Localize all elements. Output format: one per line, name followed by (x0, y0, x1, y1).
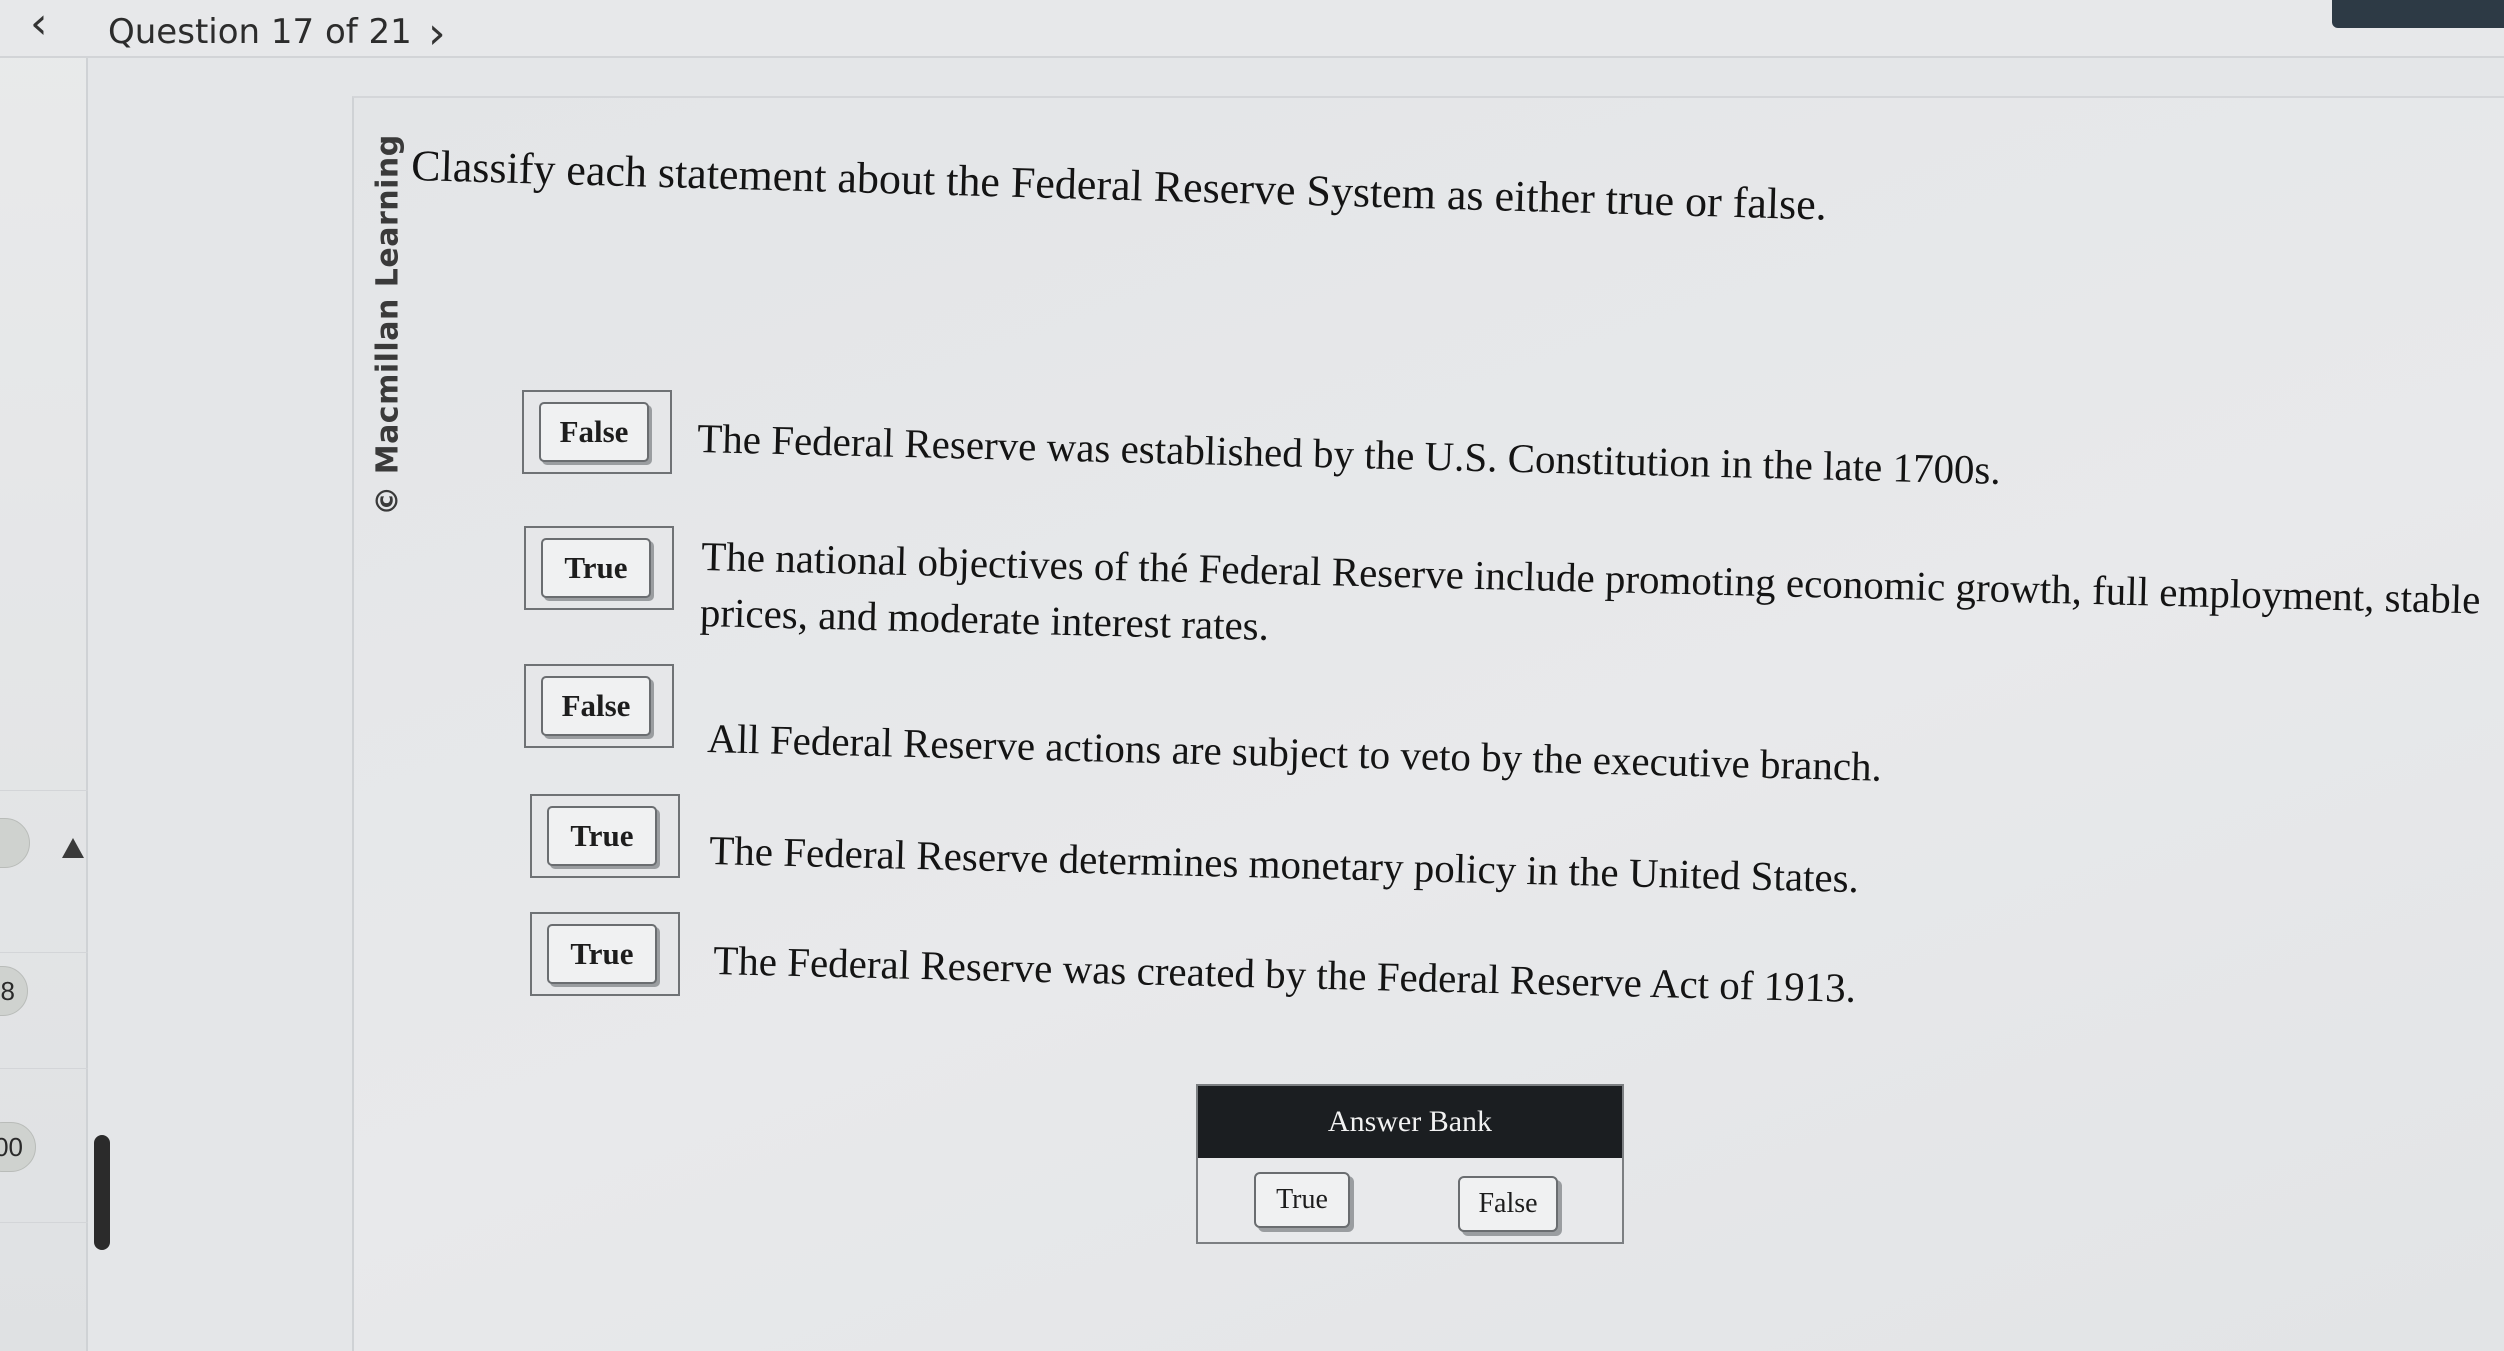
scrollbar-thumb[interactable] (94, 1135, 110, 1250)
answer-drop-zone[interactable]: False (524, 664, 674, 748)
left-sidebar: 98 00 (0, 0, 88, 1351)
answer-bank-option-false[interactable]: False (1458, 1176, 1558, 1232)
answer-bank-option-true[interactable]: True (1254, 1172, 1350, 1228)
answer-bank-title: Answer Bank (1198, 1086, 1622, 1158)
answer-chip[interactable]: True (547, 806, 657, 866)
top-right-action-button[interactable] (2332, 0, 2504, 28)
answer-drop-zone[interactable]: False (522, 390, 672, 474)
next-question-chevron-icon[interactable]: › (428, 12, 446, 56)
answer-bank: Answer Bank True False (1196, 1084, 1624, 1244)
question-counter: Question 17 of 21 (108, 12, 412, 52)
answer-drop-zone[interactable]: True (524, 526, 674, 610)
answer-chip[interactable]: False (541, 676, 651, 736)
answer-drop-zone[interactable]: True (530, 794, 680, 878)
answer-chip[interactable]: True (541, 538, 651, 598)
sidebar-row[interactable] (0, 1222, 88, 1298)
collapse-arrow-icon[interactable] (62, 838, 84, 858)
previous-question-chevron-icon[interactable]: ‹ (30, 2, 48, 46)
answer-chip[interactable]: True (547, 924, 657, 984)
question-navigation: ‹ Question 17 of 21 › (0, 0, 2504, 58)
answer-chip[interactable]: False (539, 402, 649, 462)
copyright-credit: © Macmillan Learning (370, 134, 406, 516)
answer-drop-zone[interactable]: True (530, 912, 680, 996)
